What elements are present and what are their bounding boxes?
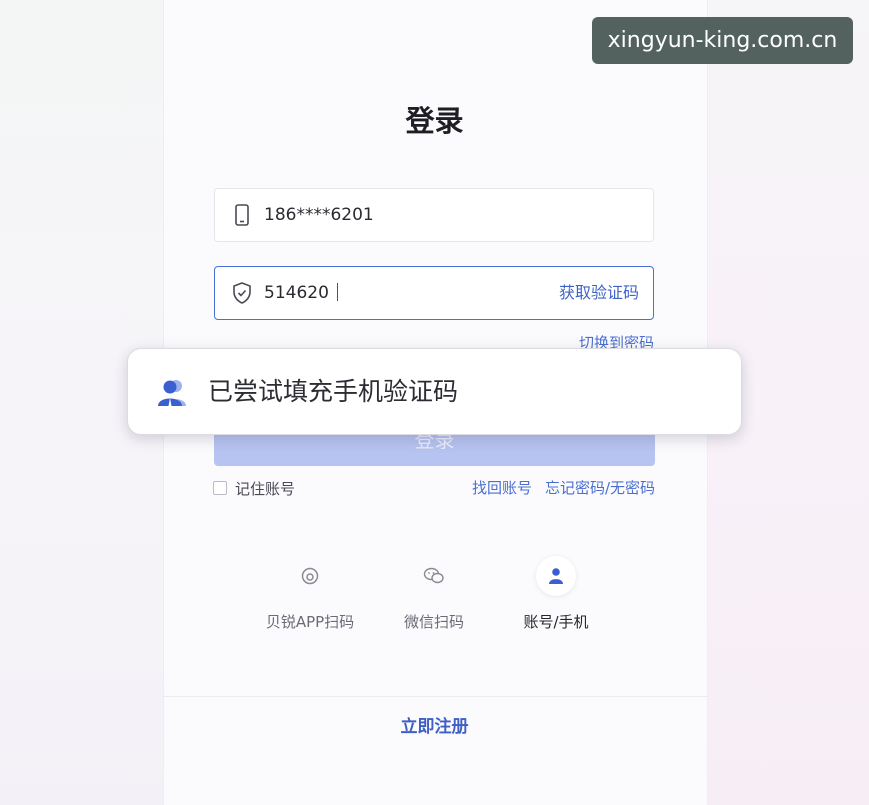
find-account-link[interactable]: 找回账号 xyxy=(472,477,532,499)
login-method-wechat[interactable]: 微信扫码 xyxy=(379,556,489,632)
divider xyxy=(163,696,708,697)
remember-label: 记住账号 xyxy=(235,479,296,498)
text-caret xyxy=(336,283,338,301)
app-scan-icon xyxy=(290,556,330,596)
code-value: 514620 xyxy=(264,267,338,319)
remember-account[interactable]: 记住账号 xyxy=(213,477,295,499)
autofill-toast: 已尝试填充手机验证码 xyxy=(127,348,742,435)
wechat-icon xyxy=(414,556,454,596)
register-link[interactable]: 立即注册 xyxy=(0,712,869,737)
method-label: 贝锐APP扫码 xyxy=(265,613,355,631)
login-method-account-phone[interactable]: 账号/手机 xyxy=(501,556,611,632)
method-label: 账号/手机 xyxy=(523,613,589,631)
verification-code-input[interactable]: 514620 获取验证码 xyxy=(214,266,654,320)
method-label: 微信扫码 xyxy=(403,613,464,631)
login-method-app-scan[interactable]: 贝锐APP扫码 xyxy=(255,556,365,632)
forgot-password-link[interactable]: 忘记密码/无密码 xyxy=(545,477,655,499)
phone-icon xyxy=(235,204,249,226)
user-icon xyxy=(536,556,576,596)
toast-message: 已尝试填充手机验证码 xyxy=(208,377,459,406)
phone-value: 186****6201 xyxy=(264,205,374,225)
shield-icon xyxy=(233,282,251,304)
page-title: 登录 xyxy=(405,104,464,138)
user-avatar-icon xyxy=(158,380,186,406)
get-code-button[interactable]: 获取验证码 xyxy=(559,267,639,319)
remember-checkbox[interactable] xyxy=(213,481,227,495)
watermark: xingyun-king.com.cn xyxy=(592,17,853,64)
phone-input[interactable]: 186****6201 xyxy=(214,188,654,242)
